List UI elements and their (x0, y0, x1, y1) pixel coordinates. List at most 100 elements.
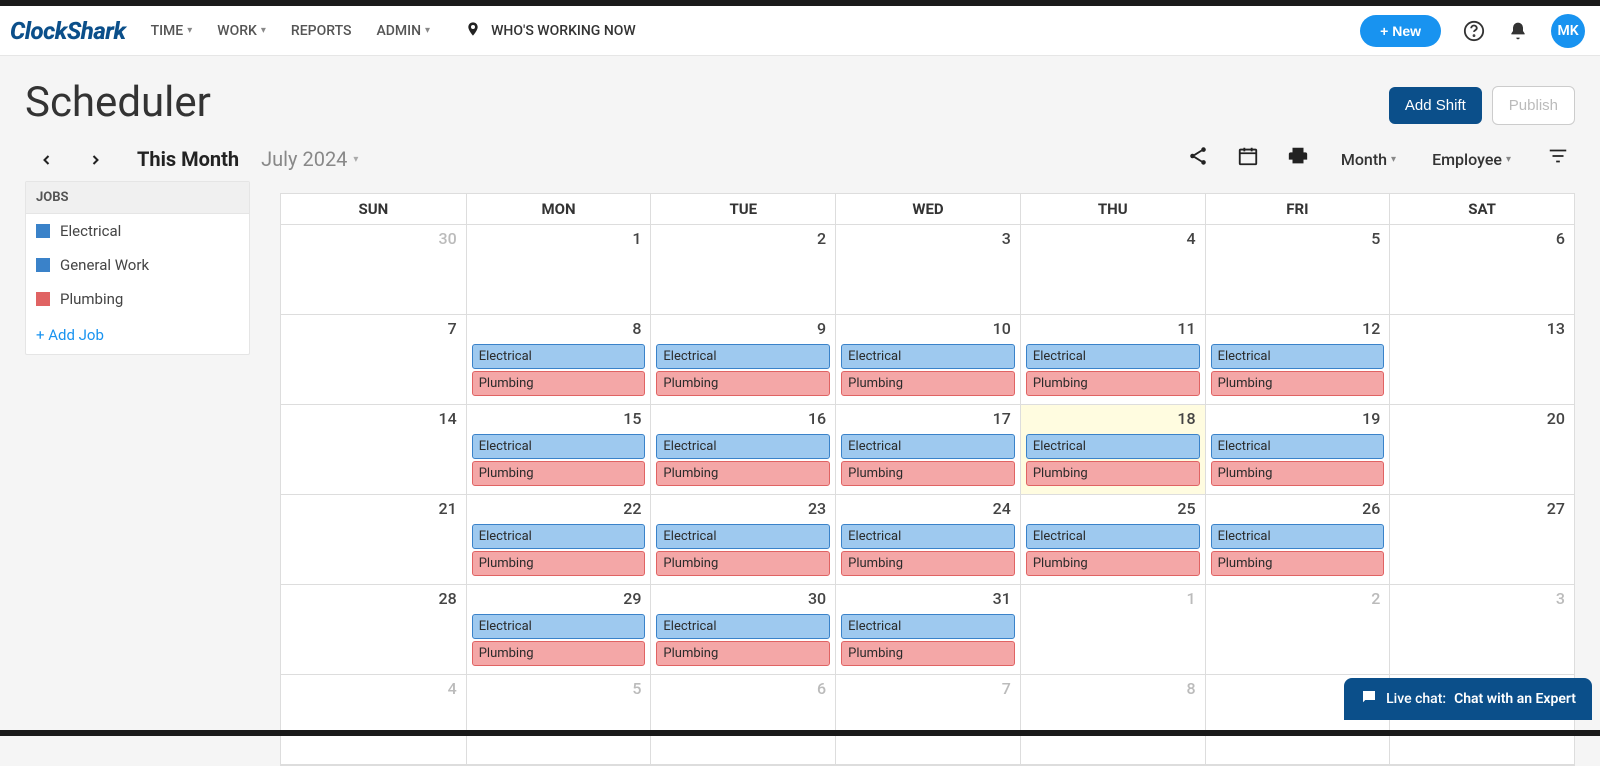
next-period-button[interactable] (79, 145, 111, 173)
calendar-icon[interactable] (1231, 145, 1265, 173)
day-cell[interactable]: 7 (835, 675, 1020, 765)
view-mode-dropdown[interactable]: Month ▾ (1341, 150, 1396, 169)
calendar-event[interactable]: Electrical (472, 434, 646, 459)
calendar-event[interactable]: Electrical (656, 524, 830, 549)
calendar-event[interactable]: Plumbing (841, 371, 1015, 396)
calendar-event[interactable]: Electrical (841, 524, 1015, 549)
day-cell[interactable]: 22ElectricalPlumbing (466, 495, 651, 585)
day-cell[interactable]: 15ElectricalPlumbing (466, 405, 651, 495)
job-row[interactable]: General Work (26, 248, 249, 282)
day-cell[interactable]: 1 (466, 225, 651, 315)
publish-button[interactable]: Publish (1492, 86, 1575, 125)
calendar-event[interactable]: Plumbing (1026, 551, 1200, 576)
day-cell[interactable]: 12ElectricalPlumbing (1205, 315, 1390, 405)
day-cell[interactable]: 1 (1020, 585, 1205, 675)
calendar-event[interactable]: Electrical (1211, 524, 1385, 549)
user-avatar[interactable]: MK (1551, 14, 1585, 48)
calendar-event[interactable]: Plumbing (656, 461, 830, 486)
calendar-event[interactable]: Plumbing (1211, 551, 1385, 576)
day-cell[interactable]: 7 (281, 315, 466, 405)
nav-reports[interactable]: REPORTS (291, 23, 352, 39)
calendar-event[interactable]: Plumbing (1211, 461, 1385, 486)
calendar-event[interactable]: Plumbing (841, 641, 1015, 666)
day-cell[interactable]: 14 (281, 405, 466, 495)
day-cell[interactable]: 6 (1389, 225, 1574, 315)
day-cell[interactable]: 31ElectricalPlumbing (835, 585, 1020, 675)
nav-admin[interactable]: ADMIN ▾ (376, 23, 430, 39)
calendar-event[interactable]: Electrical (656, 434, 830, 459)
day-cell[interactable]: 18ElectricalPlumbing (1020, 405, 1205, 495)
day-cell[interactable]: 17ElectricalPlumbing (835, 405, 1020, 495)
job-row[interactable]: Plumbing (26, 282, 249, 316)
brand-logo[interactable]: ClockShark (10, 17, 126, 45)
calendar-event[interactable]: Electrical (1026, 434, 1200, 459)
filter-icon[interactable] (1541, 145, 1575, 173)
calendar-event[interactable]: Plumbing (1211, 371, 1385, 396)
add-shift-button[interactable]: Add Shift (1389, 87, 1482, 124)
group-by-dropdown[interactable]: Employee ▾ (1432, 150, 1511, 169)
this-month-button[interactable]: This Month (137, 147, 239, 171)
calendar-event[interactable]: Electrical (656, 614, 830, 639)
chat-widget[interactable]: Live chat: Chat with an Expert (1344, 678, 1592, 720)
calendar-event[interactable]: Plumbing (1026, 461, 1200, 486)
day-cell[interactable]: 13 (1389, 315, 1574, 405)
calendar-event[interactable]: Plumbing (656, 371, 830, 396)
calendar-event[interactable]: Plumbing (472, 461, 646, 486)
day-cell[interactable]: 30ElectricalPlumbing (650, 585, 835, 675)
day-cell[interactable]: 27 (1389, 495, 1574, 585)
calendar-event[interactable]: Plumbing (841, 461, 1015, 486)
nav-time[interactable]: TIME ▾ (151, 23, 193, 39)
day-cell[interactable]: 23ElectricalPlumbing (650, 495, 835, 585)
day-cell[interactable]: 5 (466, 675, 651, 765)
day-cell[interactable]: 8ElectricalPlumbing (466, 315, 651, 405)
job-row[interactable]: Electrical (26, 214, 249, 248)
calendar-event[interactable]: Plumbing (656, 641, 830, 666)
calendar-event[interactable]: Plumbing (472, 371, 646, 396)
nav-work[interactable]: WORK ▾ (217, 23, 266, 39)
calendar-event[interactable]: Electrical (472, 524, 646, 549)
day-cell[interactable]: 3 (1389, 585, 1574, 675)
new-button[interactable]: + New (1360, 15, 1441, 47)
calendar-event[interactable]: Electrical (841, 614, 1015, 639)
nav-whos-working[interactable]: WHO'S WORKING NOW (465, 21, 636, 41)
calendar-event[interactable]: Plumbing (1026, 371, 1200, 396)
day-cell[interactable]: 5 (1205, 225, 1390, 315)
share-icon[interactable] (1181, 145, 1215, 173)
calendar-event[interactable]: Electrical (472, 614, 646, 639)
day-cell[interactable]: 4 (281, 675, 466, 765)
add-job-button[interactable]: + Add Job (26, 316, 249, 354)
day-cell[interactable]: 24ElectricalPlumbing (835, 495, 1020, 585)
calendar-event[interactable]: Electrical (1026, 344, 1200, 369)
day-cell[interactable]: 9ElectricalPlumbing (650, 315, 835, 405)
calendar-event[interactable]: Electrical (472, 344, 646, 369)
calendar-event[interactable]: Electrical (1211, 434, 1385, 459)
day-cell[interactable]: 3 (835, 225, 1020, 315)
month-picker[interactable]: July 2024 ▾ (261, 147, 358, 171)
day-cell[interactable]: 25ElectricalPlumbing (1020, 495, 1205, 585)
help-icon[interactable] (1463, 20, 1485, 42)
calendar-event[interactable]: Electrical (841, 434, 1015, 459)
calendar-event[interactable]: Electrical (656, 344, 830, 369)
day-cell[interactable]: 10ElectricalPlumbing (835, 315, 1020, 405)
print-icon[interactable] (1281, 145, 1315, 173)
day-cell[interactable]: 20 (1389, 405, 1574, 495)
calendar-event[interactable]: Plumbing (841, 551, 1015, 576)
day-cell[interactable]: 2 (650, 225, 835, 315)
day-cell[interactable]: 29ElectricalPlumbing (466, 585, 651, 675)
calendar-event[interactable]: Plumbing (472, 551, 646, 576)
bell-icon[interactable] (1507, 20, 1529, 42)
day-cell[interactable]: 8 (1020, 675, 1205, 765)
calendar-event[interactable]: Electrical (841, 344, 1015, 369)
day-cell[interactable]: 4 (1020, 225, 1205, 315)
day-cell[interactable]: 30 (281, 225, 466, 315)
day-cell[interactable]: 6 (650, 675, 835, 765)
calendar-event[interactable]: Plumbing (656, 551, 830, 576)
day-cell[interactable]: 26ElectricalPlumbing (1205, 495, 1390, 585)
calendar-event[interactable]: Electrical (1211, 344, 1385, 369)
prev-period-button[interactable] (31, 145, 63, 173)
calendar-event[interactable]: Electrical (1026, 524, 1200, 549)
day-cell[interactable]: 28 (281, 585, 466, 675)
day-cell[interactable]: 16ElectricalPlumbing (650, 405, 835, 495)
day-cell[interactable]: 21 (281, 495, 466, 585)
day-cell[interactable]: 19ElectricalPlumbing (1205, 405, 1390, 495)
